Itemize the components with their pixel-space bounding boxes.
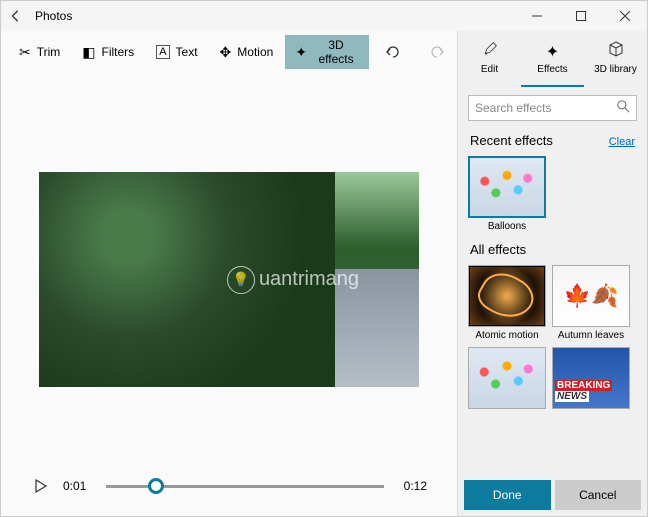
- close-button[interactable]: [603, 1, 647, 31]
- effects-sidebar: Edit ✦ Effects 3D library Search effects: [457, 31, 647, 516]
- pencil-icon: [482, 41, 498, 62]
- filters-button[interactable]: ◧ Filters: [72, 35, 144, 69]
- effect-thumb: [468, 347, 546, 409]
- motion-icon: ✥: [220, 44, 232, 61]
- toolbar: ✂ Trim ◧ Filters A Text ✥ Motion ✦ 3D ef…: [1, 31, 457, 73]
- search-input[interactable]: Search effects: [468, 95, 637, 121]
- trim-label: Trim: [37, 45, 61, 59]
- 3d-effects-button[interactable]: ✦ 3D effects: [285, 35, 369, 69]
- back-button[interactable]: [1, 1, 31, 31]
- filters-label: Filters: [102, 45, 135, 59]
- text-icon: A: [156, 45, 169, 59]
- trim-icon: ✂: [19, 44, 31, 61]
- bulb-icon: 💡: [227, 266, 255, 294]
- effect-thumb: [468, 156, 546, 218]
- done-button[interactable]: Done: [464, 480, 551, 510]
- effect-thumb: [552, 265, 630, 327]
- search-placeholder: Search effects: [475, 101, 552, 115]
- window-controls: [515, 1, 647, 31]
- sparkles-icon: ✦: [546, 42, 559, 62]
- effect-card-balloons[interactable]: Balloons: [468, 156, 546, 232]
- cube-icon: [608, 41, 624, 62]
- trim-button[interactable]: ✂ Trim: [9, 35, 70, 69]
- sparkle-icon: ✦: [295, 44, 307, 61]
- playhead[interactable]: [148, 478, 164, 494]
- text-label: Text: [176, 45, 198, 59]
- recent-effects-title: Recent effects: [470, 133, 553, 148]
- watermark: 💡 uantrimang: [227, 266, 359, 294]
- time-total: 0:12: [404, 479, 427, 493]
- sidebar-tabs: Edit ✦ Effects 3D library: [458, 31, 647, 87]
- tab-effects-label: Effects: [537, 64, 567, 75]
- play-button[interactable]: [31, 476, 51, 496]
- search-icon: [617, 100, 630, 116]
- effect-label: Atomic motion: [475, 330, 538, 341]
- tab-3d-library[interactable]: 3D library: [584, 31, 647, 87]
- timeline: 0:01 0:12: [1, 456, 457, 516]
- all-effects-title: All effects: [470, 242, 526, 257]
- effect-label: Balloons: [488, 221, 526, 232]
- text-button[interactable]: A Text: [146, 35, 207, 69]
- 3d-effects-label: 3D effects: [313, 38, 359, 66]
- effect-card-breaking[interactable]: BREAKINGNEWS: [552, 347, 630, 412]
- tab-library-label: 3D library: [594, 64, 637, 75]
- effect-thumb: [468, 265, 546, 327]
- undo-button[interactable]: [381, 40, 405, 64]
- redo-button[interactable]: [425, 40, 449, 64]
- main-panel: ✂ Trim ◧ Filters A Text ✥ Motion ✦ 3D ef…: [1, 31, 457, 516]
- effect-card-atomic[interactable]: Atomic motion: [468, 265, 546, 341]
- motion-button[interactable]: ✥ Motion: [210, 35, 284, 69]
- maximize-button[interactable]: [559, 1, 603, 31]
- timeline-track[interactable]: [106, 485, 383, 488]
- time-current: 0:01: [63, 479, 86, 493]
- preview-area: 💡 uantrimang: [1, 73, 457, 456]
- effect-card-autumn[interactable]: Autumn leaves: [552, 265, 630, 341]
- app-title: Photos: [31, 9, 515, 23]
- titlebar: Photos: [1, 1, 647, 31]
- video-preview[interactable]: 💡 uantrimang: [39, 172, 419, 387]
- effect-label: Autumn leaves: [558, 330, 624, 341]
- effect-card-balloons-2[interactable]: [468, 347, 546, 412]
- motion-label: Motion: [237, 45, 273, 59]
- tab-edit-label: Edit: [481, 64, 498, 75]
- effect-thumb: BREAKINGNEWS: [552, 347, 630, 409]
- tab-effects[interactable]: ✦ Effects: [521, 31, 584, 87]
- footer-buttons: Done Cancel: [458, 474, 647, 516]
- clear-link[interactable]: Clear: [609, 136, 635, 148]
- watermark-text: uantrimang: [259, 268, 359, 291]
- minimize-button[interactable]: [515, 1, 559, 31]
- cancel-button[interactable]: Cancel: [555, 480, 642, 510]
- tab-edit[interactable]: Edit: [458, 31, 521, 87]
- filters-icon: ◧: [82, 44, 95, 61]
